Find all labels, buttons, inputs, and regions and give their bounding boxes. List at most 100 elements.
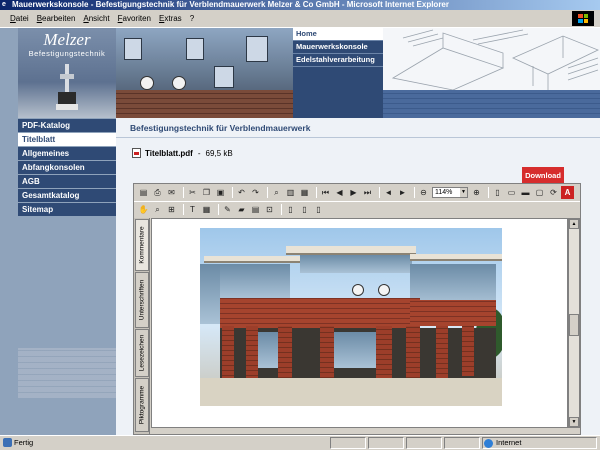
file-info: Titelblatt.pdf - 69,5 kB (132, 147, 233, 159)
adobe-logo-icon: A (561, 186, 574, 199)
page-icon-2[interactable]: ▯ (299, 204, 310, 215)
internet-globe-icon (484, 439, 493, 448)
go-forward-icon[interactable]: ► (397, 187, 408, 198)
zoom-out-icon[interactable]: ⊖ (418, 187, 429, 198)
pdf-reader: ▤ ⎙ ✉ ✂ ❐ ▣ ↶ ↷ ⌕ ▥ ▦ ⏮ ◀ ▶ ⏭ ◄ ► ⊖ 114%… (133, 183, 581, 435)
heading-divider (116, 137, 600, 138)
technical-drawing-graphic (391, 29, 599, 91)
menu-ansicht[interactable]: Ansicht (83, 14, 109, 23)
page-icon-1[interactable]: ▯ (285, 204, 296, 215)
tab-unterschriften[interactable]: Unterschriften (135, 272, 149, 328)
side-nav-sitemap[interactable]: Sitemap (18, 203, 116, 217)
reader-toolbar-top: ▤ ⎙ ✉ ✂ ❐ ▣ ↶ ↷ ⌕ ▥ ▦ ⏮ ◀ ▶ ⏭ ◄ ► ⊖ 114%… (134, 185, 580, 200)
side-nav-titelblatt[interactable]: Titelblatt (18, 133, 116, 147)
scroll-down-icon[interactable]: ▼ (569, 417, 579, 427)
menu-bar: Datei Bearbeiten Ansicht Favoriten Extra… (0, 10, 600, 28)
fit-page-icon[interactable]: ▭ (506, 187, 517, 198)
zoom-select[interactable]: 114% ▼ (432, 187, 468, 198)
status-bar: Fertig Internet (0, 435, 600, 450)
side-nav: PDF-Katalog Titelblatt Allgemeines Abfan… (18, 119, 116, 217)
windows-logo-icon (572, 11, 594, 26)
top-nav-edelstahlverarbeitung[interactable]: Edelstahlverarbeitung (293, 54, 383, 67)
side-nav-gesamtkatalog[interactable]: Gesamtkatalog (18, 189, 116, 203)
tab-piktogramme[interactable]: Piktogramme (135, 378, 149, 432)
actual-size-icon[interactable]: ▯ (492, 187, 503, 198)
note-icon[interactable]: ▤ (250, 204, 261, 215)
vertical-scrollbar[interactable]: ▲ ▼ (568, 218, 580, 428)
status-cell-3 (406, 437, 442, 449)
email-icon[interactable]: ✉ (166, 187, 177, 198)
window-title-bar: e Mauerwerkskonsole - Befestigungstechni… (0, 0, 600, 10)
tab-lesezeichen[interactable]: Lesezeichen (135, 329, 149, 377)
side-nav-pdf-katalog[interactable]: PDF-Katalog (18, 119, 116, 133)
previous-page-icon[interactable]: ◀ (334, 187, 345, 198)
find-icon[interactable]: ⌕ (271, 187, 282, 198)
menu-help[interactable]: ? (190, 14, 194, 23)
next-page-icon[interactable]: ▶ (348, 187, 359, 198)
first-page-icon[interactable]: ⏮ (320, 187, 331, 198)
print-icon[interactable]: ⎙ (152, 187, 163, 198)
main-content: Befestigungstechnik für Verblendmauerwer… (116, 118, 600, 435)
top-nav-home[interactable]: Home (293, 28, 383, 41)
pdf-file-icon (132, 148, 141, 158)
status-cell-4 (444, 437, 480, 449)
header-building-photo (116, 28, 293, 118)
redo-icon[interactable]: ↷ (250, 187, 261, 198)
zoom-in-icon[interactable]: ⊕ (471, 187, 482, 198)
menu-datei[interactable]: Datei (10, 14, 29, 23)
pdf-building-photo (200, 228, 502, 406)
fit-visible-icon[interactable]: ▢ (534, 187, 545, 198)
file-name[interactable]: Titelblatt.pdf (145, 149, 193, 158)
side-nav-agb[interactable]: AGB (18, 175, 116, 189)
bookmark-icon[interactable]: ▥ (285, 187, 296, 198)
last-page-icon[interactable]: ⏭ (362, 187, 373, 198)
page-icon-3[interactable]: ▯ (313, 204, 324, 215)
hand-tool-icon[interactable]: ✋ (138, 204, 149, 215)
top-nav-mauerwerkskonsole[interactable]: Mauerwerkskonsole (293, 41, 383, 54)
cut-icon[interactable]: ✂ (187, 187, 198, 198)
side-nav-allgemeines[interactable]: Allgemeines (18, 147, 116, 161)
file-separator: - (197, 148, 201, 158)
sidebar: PDF-Katalog Titelblatt Allgemeines Abfan… (0, 118, 116, 435)
table-select-icon[interactable]: ▦ (201, 204, 212, 215)
file-size: 69,5 kB (205, 148, 233, 158)
document-properties-icon[interactable]: ▦ (299, 187, 310, 198)
status-text: Fertig (14, 438, 34, 447)
tab-kommentare[interactable]: Kommentare (135, 219, 149, 271)
fit-width-icon[interactable]: ▬ (520, 187, 531, 198)
rotate-icon[interactable]: ⟳ (548, 187, 559, 198)
select-tool-icon[interactable]: ⊞ (166, 204, 177, 215)
header-left-strip (0, 28, 18, 118)
scroll-thumb[interactable] (569, 314, 579, 336)
logo-subtitle: Befestigungstechnik (28, 49, 106, 58)
zoom-tool-icon[interactable]: ⌕ (152, 204, 163, 215)
undo-icon[interactable]: ↶ (236, 187, 247, 198)
text-select-icon[interactable]: T (187, 204, 198, 215)
paste-icon[interactable]: ▣ (215, 187, 226, 198)
web-page: Melzer Befestigungstechnik Home Mauerwer… (0, 28, 600, 435)
menu-extras[interactable]: Extras (159, 14, 182, 23)
highlight-icon[interactable]: ▰ (236, 204, 247, 215)
menu-bearbeiten[interactable]: Bearbeiten (37, 14, 76, 23)
logo-box[interactable]: Melzer Befestigungstechnik (18, 28, 116, 118)
page-done-icon (3, 438, 12, 447)
menu-favoriten[interactable]: Favoriten (118, 14, 151, 23)
sidebar-brick-texture (18, 348, 116, 398)
pencil-icon[interactable]: ✎ (222, 204, 233, 215)
copy-icon[interactable]: ❐ (201, 187, 212, 198)
scroll-up-icon[interactable]: ▲ (569, 219, 579, 229)
side-nav-abfangkonsolen[interactable]: Abfangkonsolen (18, 161, 116, 175)
go-back-icon[interactable]: ◄ (383, 187, 394, 198)
stamp-icon[interactable]: ⊡ (264, 204, 275, 215)
save-icon[interactable]: ▤ (138, 187, 149, 198)
chevron-down-icon: ▼ (460, 188, 467, 197)
pdf-document-view[interactable] (151, 218, 568, 428)
anchor-bolt-icon (56, 64, 78, 110)
header-technical-drawing (383, 28, 600, 118)
site-header: Melzer Befestigungstechnik Home Mauerwer… (0, 28, 600, 118)
reader-toolbar-bottom: ✋ ⌕ ⊞ T ▦ ✎ ▰ ▤ ⊡ ▯ ▯ ▯ (134, 201, 580, 216)
tab-lesezeichen-label: Lesezeichen (138, 334, 146, 372)
reader-side-tabs: Kommentare Unterschriften Lesezeichen Pi… (134, 218, 150, 434)
tab-kommentare-label: Kommentare (138, 226, 146, 264)
status-cell-1 (330, 437, 366, 449)
